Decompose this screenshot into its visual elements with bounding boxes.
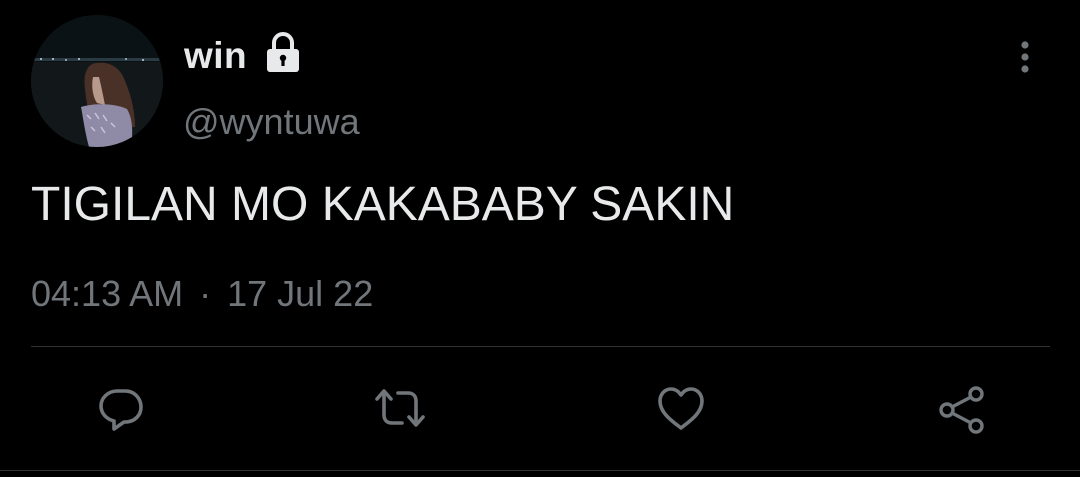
tweet-date: 17 Jul 22 bbox=[227, 273, 374, 314]
lock-icon bbox=[267, 32, 299, 72]
tweet-text: TIGILAN MO KAKABABY SAKIN bbox=[31, 178, 735, 231]
tweet-time: 04:13 AM bbox=[31, 273, 184, 314]
bottom-divider bbox=[0, 470, 1080, 471]
more-vertical-icon[interactable] bbox=[1010, 38, 1040, 78]
user-handle[interactable]: @wyntuwa bbox=[183, 101, 360, 143]
display-name[interactable]: win bbox=[184, 34, 247, 78]
share-button[interactable] bbox=[937, 385, 985, 434]
like-button[interactable] bbox=[656, 385, 704, 433]
reply-icon bbox=[99, 389, 143, 431]
retweet-icon bbox=[375, 389, 425, 427]
avatar[interactable] bbox=[31, 15, 163, 147]
meta-separator: · bbox=[199, 273, 212, 314]
divider bbox=[31, 346, 1050, 347]
reply-button[interactable] bbox=[97, 385, 145, 433]
tweet-timestamp[interactable]: 04:13 AM · 17 Jul 22 bbox=[31, 272, 373, 316]
avatar-photo bbox=[31, 15, 163, 147]
share-icon bbox=[939, 386, 984, 434]
heart-icon bbox=[658, 387, 704, 430]
tweet-detail: win @wyntuwa TIGILAN MO KAKABABY SAKIN 0… bbox=[0, 0, 1080, 477]
retweet-button[interactable] bbox=[372, 385, 425, 433]
